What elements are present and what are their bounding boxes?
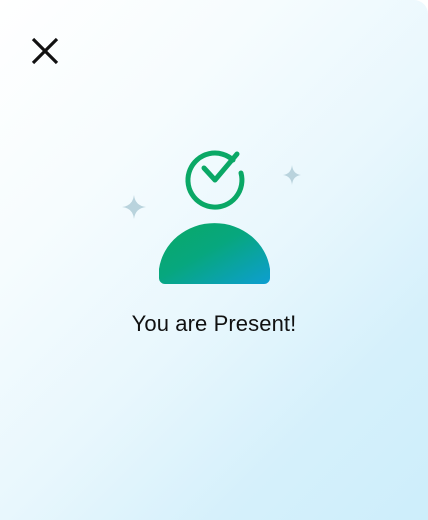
attendance-confirmation-screen: You are Present! bbox=[0, 0, 428, 520]
check-circle-icon bbox=[185, 150, 245, 210]
close-button[interactable] bbox=[26, 32, 64, 70]
sparkle-icon bbox=[283, 165, 301, 185]
person-body-icon bbox=[159, 223, 270, 284]
person-check-illustration bbox=[122, 150, 301, 284]
close-icon bbox=[31, 37, 59, 65]
sparkle-icon bbox=[122, 195, 146, 219]
attendance-message: You are Present! bbox=[131, 311, 297, 336]
